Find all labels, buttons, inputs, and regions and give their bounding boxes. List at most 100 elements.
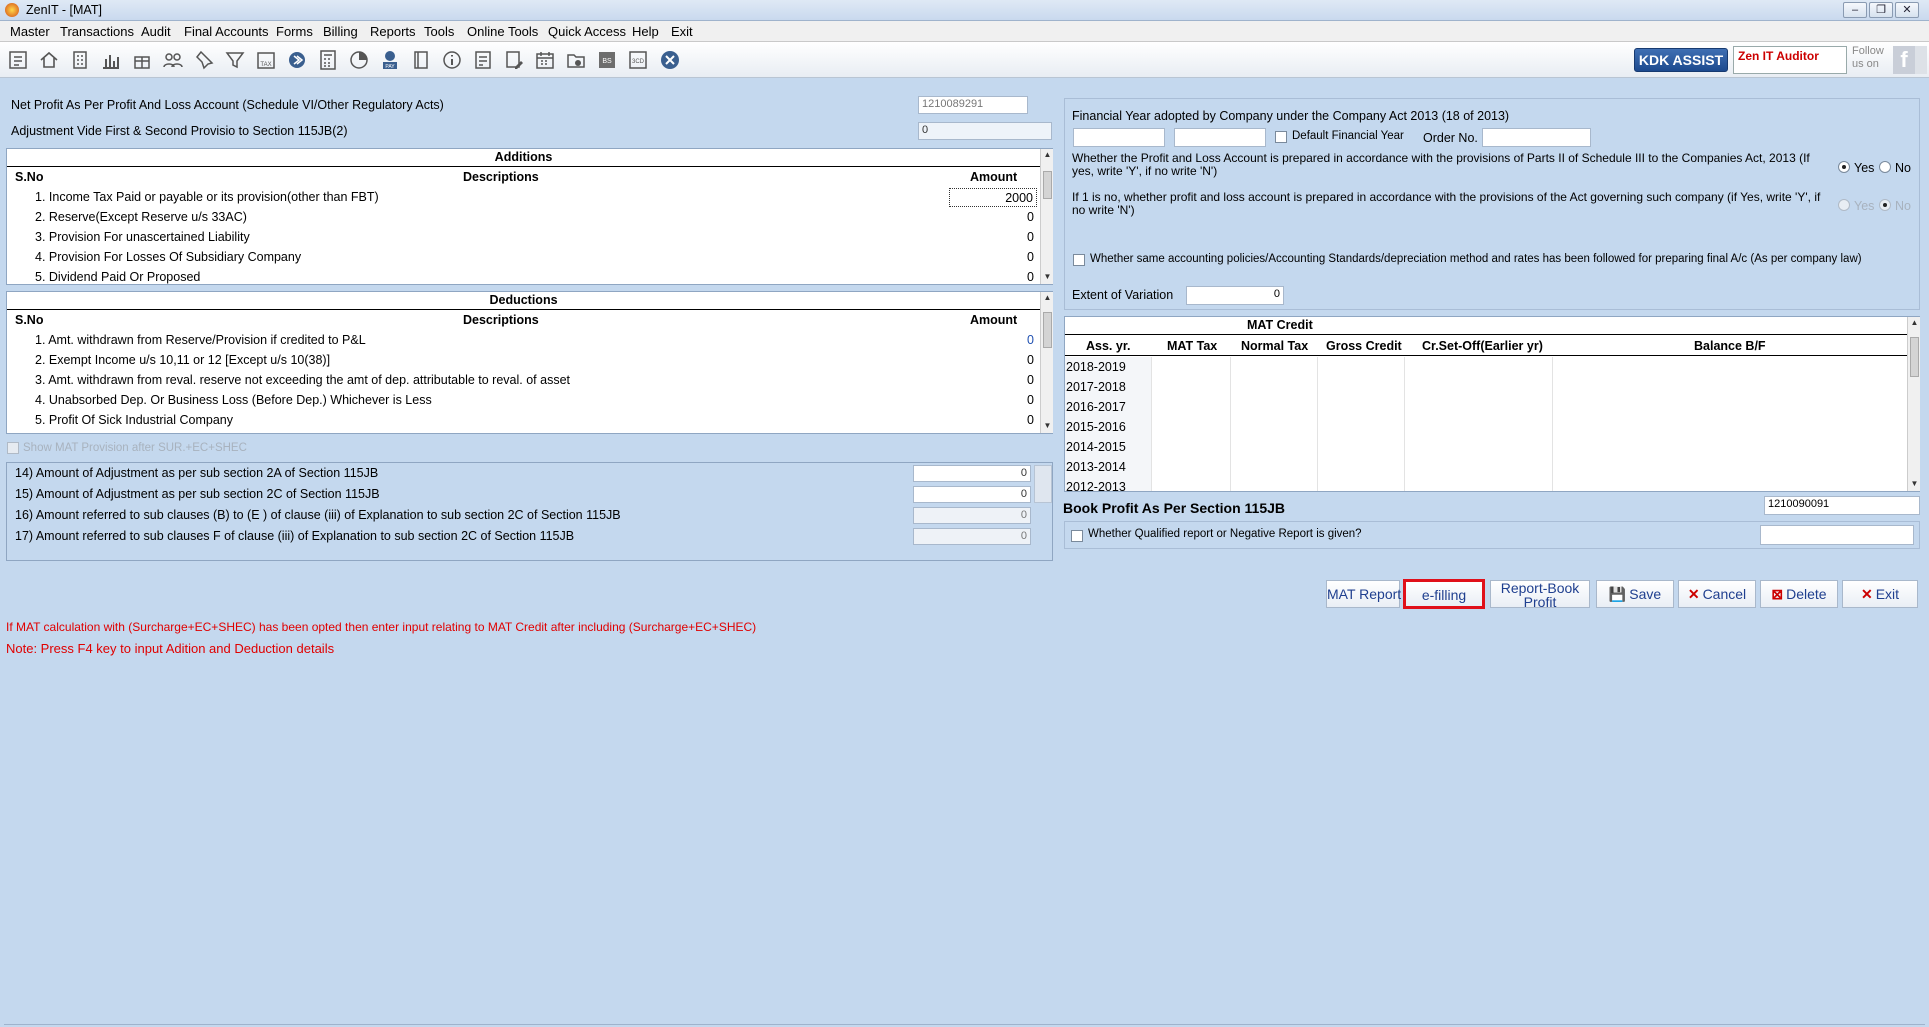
adjustment-15-field[interactable]: 0 [913, 486, 1031, 503]
order-no-field[interactable] [1482, 128, 1591, 147]
social-icon[interactable] [1915, 46, 1927, 74]
additions-amount-1[interactable]: 2000 [949, 188, 1037, 207]
additions-row-4: 4. Provision For Losses Of Subsidiary Co… [35, 250, 302, 264]
adjustment-field[interactable]: 0 [918, 122, 1052, 140]
calculator-icon[interactable] [316, 48, 340, 72]
info-icon[interactable] [440, 48, 464, 72]
deductions-row-4: 4. Unabsorbed Dep. Or Business Loss (Bef… [35, 393, 432, 407]
close-circle-icon[interactable] [658, 48, 682, 72]
menu-exit[interactable]: Exit [671, 24, 693, 39]
additions-amount-2[interactable]: 0 [949, 208, 1037, 227]
filter-icon[interactable] [223, 48, 247, 72]
adjustment-side-handle[interactable] [1034, 465, 1052, 503]
users-icon[interactable] [161, 48, 185, 72]
gross-credit-column[interactable] [1317, 357, 1404, 491]
adjustment-14-field[interactable]: 0 [913, 465, 1031, 482]
mat-report-button[interactable]: MAT Report [1326, 580, 1401, 608]
col-balance-bf: Balance B/F [1694, 339, 1766, 353]
svg-text:PAY: PAY [385, 64, 395, 70]
show-mat-checkbox[interactable] [7, 442, 19, 454]
adjustment-16-field[interactable]: 0 [913, 507, 1031, 524]
document-icon[interactable] [471, 48, 495, 72]
fy-to-field[interactable] [1174, 128, 1266, 147]
report-book-profit-button[interactable]: Report-Book Profit [1490, 580, 1590, 609]
company-info-panel: Financial Year adopted by Company under … [1064, 98, 1920, 310]
menu-final-accounts[interactable]: Final Accounts [184, 24, 269, 39]
variation-label: Extent of Variation [1072, 288, 1174, 302]
calendar-icon[interactable] [533, 48, 557, 72]
zen-it-auditor-logo[interactable]: Zen IT Auditor [1733, 46, 1847, 74]
net-profit-field[interactable]: 1210089291 [918, 96, 1028, 114]
menu-forms[interactable]: Forms [276, 24, 313, 39]
deductions-amount-5[interactable]: 0 [949, 411, 1037, 430]
col-cr-set-off: Cr.Set-Off(Earlier yr) [1422, 339, 1543, 353]
efilling-button[interactable]: e-filling [1403, 579, 1485, 609]
menu-transactions[interactable]: Transactions [60, 24, 134, 39]
cancel-label: Cancel [1702, 586, 1747, 602]
building-icon[interactable] [68, 48, 92, 72]
menu-audit[interactable]: Audit [141, 24, 171, 39]
delete-button[interactable]: ⊠ Delete [1760, 580, 1838, 608]
svg-text:3CD: 3CD [632, 59, 645, 65]
menu-quick-access[interactable]: Quick Access [548, 24, 626, 39]
tax-icon[interactable]: TAX [254, 48, 278, 72]
balance-bf-column[interactable] [1552, 357, 1907, 491]
additions-amount-5[interactable]: 0 [949, 268, 1037, 284]
qualified-report-field[interactable] [1760, 525, 1914, 545]
q1-yes-radio[interactable] [1838, 161, 1850, 173]
cancel-button[interactable]: ✕ Cancel [1678, 580, 1756, 608]
home-icon[interactable] [37, 48, 61, 72]
menu-tools[interactable]: Tools [424, 24, 454, 39]
menu-billing[interactable]: Billing [323, 24, 358, 39]
pin-icon[interactable] [192, 48, 216, 72]
close-window-button[interactable]: ✕ [1895, 2, 1919, 18]
variation-field[interactable]: 0 [1186, 286, 1284, 305]
deductions-scrollbar[interactable]: ▲ ▼ [1040, 292, 1053, 433]
menu-reports[interactable]: Reports [370, 24, 416, 39]
report-icon[interactable] [6, 48, 30, 72]
q1-no-radio[interactable] [1879, 161, 1891, 173]
additions-scrollbar[interactable]: ▲ ▼ [1040, 149, 1053, 284]
mat-credit-scrollbar[interactable]: ▲ ▼ [1907, 317, 1920, 491]
save-label: Save [1629, 586, 1662, 602]
additions-amount-4[interactable]: 0 [949, 248, 1037, 267]
qualified-report-checkbox[interactable] [1071, 530, 1083, 542]
mat-year-2015-2016: 2015-2016 [1066, 420, 1126, 434]
mat-tax-column[interactable] [1151, 357, 1230, 491]
kdk-assist-logo[interactable]: KDK ASSIST [1634, 48, 1728, 72]
pie-icon[interactable] [347, 48, 371, 72]
normal-tax-column[interactable] [1230, 357, 1317, 491]
deductions-amount-3[interactable]: 0 [949, 371, 1037, 390]
fy-from-field[interactable] [1073, 128, 1165, 147]
default-fy-checkbox[interactable] [1275, 131, 1287, 143]
menu-help[interactable]: Help [632, 24, 659, 39]
forward-icon[interactable] [285, 48, 309, 72]
adjustment-17-field[interactable]: 0 [913, 528, 1031, 545]
3cd-icon[interactable]: 3CD [626, 48, 650, 72]
same-policies-checkbox[interactable] [1073, 254, 1085, 266]
deductions-amount-4[interactable]: 0 [949, 391, 1037, 410]
menu-master[interactable]: Master [10, 24, 50, 39]
restore-button[interactable]: ❐ [1869, 2, 1893, 18]
bar-chart-icon[interactable] [99, 48, 123, 72]
exit-button[interactable]: ✕ Exit [1842, 580, 1918, 608]
col-normal-tax: Normal Tax [1241, 339, 1309, 353]
menu-online-tools[interactable]: Online Tools [467, 24, 538, 39]
q2-yes-radio[interactable] [1838, 199, 1850, 211]
bs-icon[interactable]: BS [595, 48, 619, 72]
gift-icon[interactable] [130, 48, 154, 72]
pay-icon[interactable]: PAY [378, 48, 402, 72]
deductions-amount-2[interactable]: 0 [949, 351, 1037, 370]
cr-set-off-column[interactable] [1404, 357, 1552, 491]
deductions-amount-1[interactable]: 0 [949, 331, 1037, 350]
facebook-icon[interactable]: f [1893, 46, 1915, 74]
lock-folder-icon[interactable] [564, 48, 588, 72]
q2-no-radio[interactable] [1879, 199, 1891, 211]
col-gross-credit: Gross Credit [1326, 339, 1402, 353]
book-icon[interactable] [409, 48, 433, 72]
book-profit-field[interactable]: 1210090091 [1764, 496, 1920, 515]
save-button[interactable]: 💾 Save [1596, 580, 1674, 608]
minimize-button[interactable]: – [1843, 2, 1867, 18]
additions-amount-3[interactable]: 0 [949, 228, 1037, 247]
edit-document-icon[interactable] [502, 48, 526, 72]
